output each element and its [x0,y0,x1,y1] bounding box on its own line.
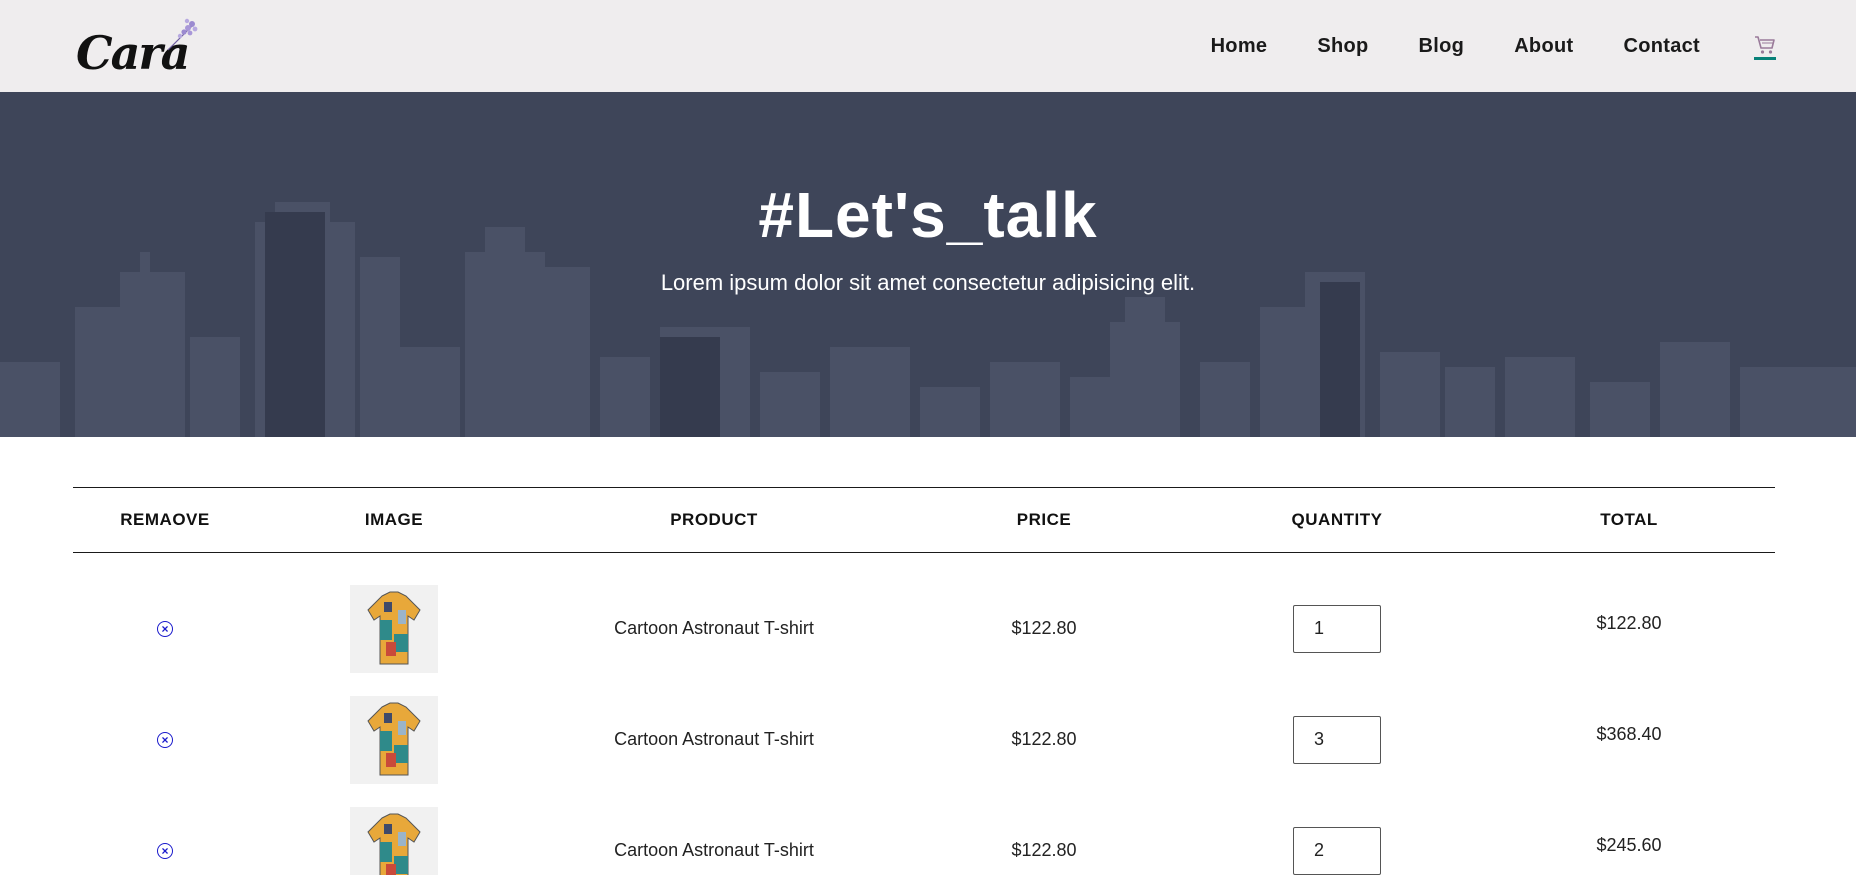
quantity-input[interactable] [1293,604,1381,653]
header-total: TOTAL [1600,510,1658,529]
cart-table: REMAOVE IMAGE PRODUCT PRICE QUANTITY TOT… [73,487,1775,875]
product-thumbnail[interactable] [350,584,438,673]
remove-item-icon[interactable]: × [157,620,173,637]
product-thumbnail[interactable] [350,695,438,784]
table-body: × Cartoon Astronaut T-shirt $122.80 1 $1… [73,573,1775,875]
row-total: $122.80 [1596,613,1662,633]
nav-about[interactable]: About [1514,35,1573,58]
nav-home[interactable]: Home [1211,35,1268,58]
city-skyline-image [0,202,1856,437]
table-row: × Cartoon Astronaut T-shirt $122.80 [73,684,1775,795]
product-thumbnail[interactable] [350,806,438,875]
site-header: Cara Home Shop Blog About Contact [0,0,1856,92]
product-price: $122.80 [1011,840,1077,860]
product-name: Cartoon Astronaut T-shirt [614,618,814,638]
row-total: $245.60 [1596,835,1662,855]
table-row: × Cartoon Astronaut T-shirt $122.80 [73,795,1775,875]
header-product: PRODUCT [670,510,758,529]
main-nav: Home Shop Blog About Contact [1211,32,1776,60]
logo[interactable]: Cara [76,16,198,76]
shirt-icon [367,591,421,664]
remove-item-icon[interactable]: × [157,731,173,748]
quantity-input[interactable] [1293,826,1381,875]
hero-title: #Let's_talk [758,179,1098,251]
hero-subtitle: Lorem ipsum dolor sit amet consectetur a… [660,270,1196,295]
lavender-icon [167,18,198,51]
header-remove: REMAOVE [120,510,210,529]
row-total: $368.40 [1596,724,1662,744]
hero-banner: #Let's_talk Lorem ipsum dolor sit amet c… [0,92,1856,437]
shirt-icon [367,813,421,875]
product-price: $122.80 [1011,729,1077,749]
header-price: PRICE [1016,510,1072,529]
table-header: REMAOVE IMAGE PRODUCT PRICE QUANTITY TOT… [73,487,1775,553]
remove-item-icon[interactable]: × [157,842,173,859]
product-name: Cartoon Astronaut T-shirt [614,729,814,749]
shirt-icon [367,702,421,775]
product-price: $122.80 [1011,618,1077,638]
header-quantity: QUANTITY [1291,510,1383,529]
cart-icon[interactable] [1754,32,1776,60]
nav-contact[interactable]: Contact [1623,35,1700,58]
product-name: Cartoon Astronaut T-shirt [614,840,814,860]
nav-shop[interactable]: Shop [1317,35,1368,58]
header-image: IMAGE [364,510,424,529]
nav-blog[interactable]: Blog [1419,35,1465,58]
table-row: × Cartoon Astronaut T-shirt $122.80 [73,573,1775,684]
quantity-input[interactable] [1293,715,1381,764]
